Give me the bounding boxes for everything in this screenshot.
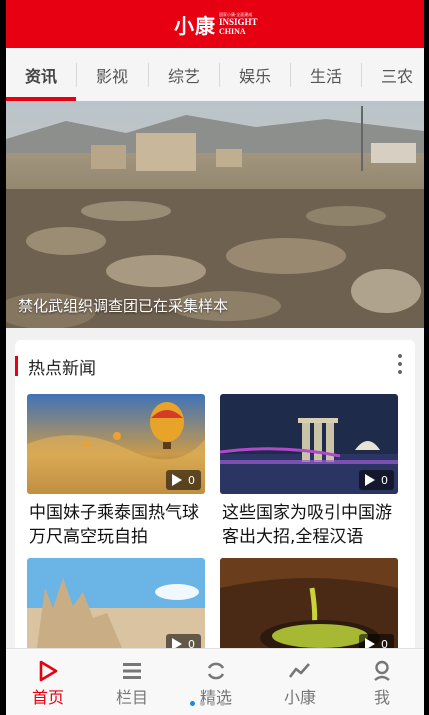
hot-news-card: 热点新闻 0 中国妹子乘泰国热气球万尺高空玩自拍 0 这些国家为吸引中国游客出大… xyxy=(15,340,415,660)
tab-life[interactable]: 生活 xyxy=(291,48,361,102)
tab-entertainment[interactable]: 娱乐 xyxy=(220,48,290,102)
tab-variety[interactable]: 综艺 xyxy=(149,48,219,102)
play-icon xyxy=(39,660,58,682)
hero-caption: 禁化武组织调查团已在采集样本 xyxy=(18,297,229,315)
app-logo: 小康 国家小康·全面建成 INSIGHT CHINA xyxy=(174,9,258,39)
news-thumbnail: 0 xyxy=(220,558,398,658)
logo-english-1: INSIGHT xyxy=(219,16,258,27)
play-icon xyxy=(172,474,182,486)
logo-english-2: CHINA xyxy=(219,26,246,36)
nav-xiaokang[interactable]: 小康 xyxy=(258,649,342,715)
video-badge: 0 xyxy=(166,470,201,490)
news-thumbnail: 0 xyxy=(220,394,398,494)
logo-tagline: 国家小康·全面建成 xyxy=(219,11,253,17)
section-title: 热点新闻 xyxy=(28,359,96,379)
page-indicator xyxy=(190,701,225,706)
nav-me[interactable]: 我 xyxy=(340,649,424,715)
video-badge: 0 xyxy=(359,470,394,490)
more-options-icon[interactable] xyxy=(395,354,405,378)
tab-film[interactable]: 影视 xyxy=(77,48,147,102)
news-thumbnail: 0 xyxy=(27,558,205,658)
app-header: 小康 国家小康·全面建成 INSIGHT CHINA xyxy=(6,0,424,48)
tab-news[interactable]: 资讯 xyxy=(6,48,76,102)
hero-banner[interactable]: 禁化武组织调查团已在采集样本 xyxy=(6,101,424,328)
tab-agriculture[interactable]: 三农 xyxy=(362,48,424,102)
logo-chinese: 小康 xyxy=(174,13,216,38)
category-tabs: 资讯 影视 综艺 娱乐 生活 三农 xyxy=(6,48,424,102)
nav-home[interactable]: 首页 xyxy=(6,649,90,715)
refresh-icon xyxy=(207,662,225,680)
play-icon xyxy=(365,474,375,486)
trend-icon xyxy=(289,663,310,678)
section-marker xyxy=(15,356,18,376)
app-screen: 小康 国家小康·全面建成 INSIGHT CHINA 资讯 影视 综艺 娱乐 生… xyxy=(6,0,424,715)
nav-columns[interactable]: 栏目 xyxy=(90,649,174,715)
news-thumbnail: 0 xyxy=(27,394,205,494)
news-title: 中国妹子乘泰国热气球万尺高空玩自拍 xyxy=(29,503,199,547)
news-title: 这些国家为吸引中国游客出大招,全程汉语 xyxy=(222,503,392,547)
user-icon xyxy=(374,660,390,681)
hero-image xyxy=(6,101,424,328)
list-icon xyxy=(123,663,141,679)
